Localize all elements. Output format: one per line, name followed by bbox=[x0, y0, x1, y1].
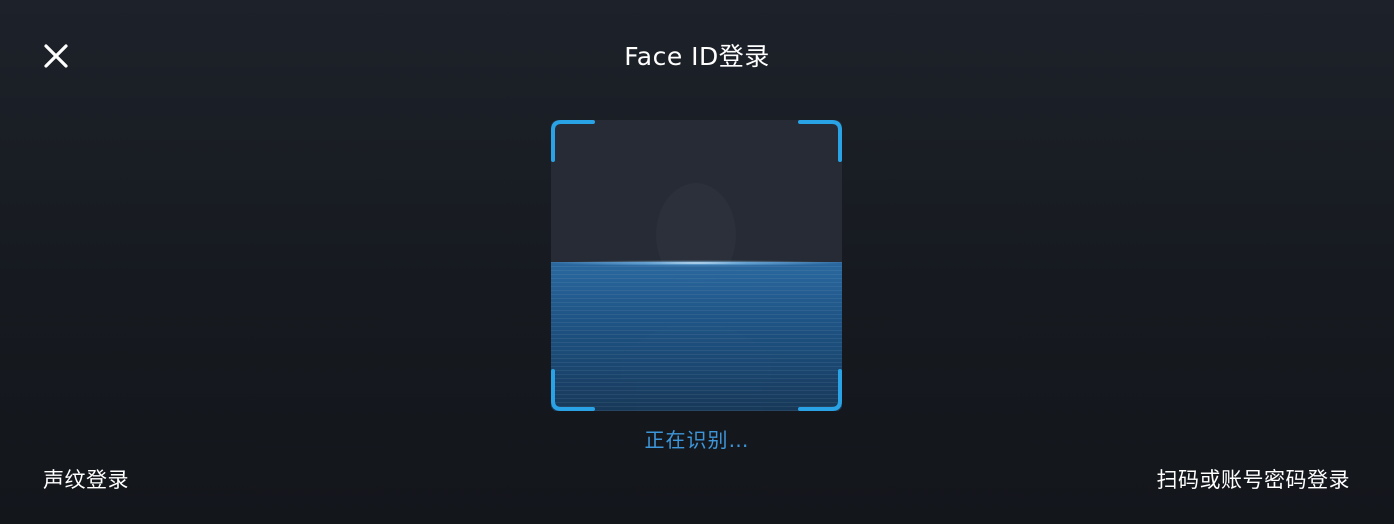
face-scanner bbox=[551, 120, 842, 411]
voice-login-link[interactable]: 声纹登录 bbox=[43, 465, 129, 495]
scan-line bbox=[551, 260, 842, 266]
page-title: Face ID登录 bbox=[624, 42, 770, 71]
scan-progress-area bbox=[551, 262, 842, 411]
face-id-login-screen: Face ID登录 正在识别… 声纹登录 扫码或账号密码登录 bbox=[0, 0, 1394, 524]
qr-or-password-login-link[interactable]: 扫码或账号密码登录 bbox=[1157, 465, 1351, 495]
recognition-status: 正在识别… bbox=[644, 428, 750, 452]
